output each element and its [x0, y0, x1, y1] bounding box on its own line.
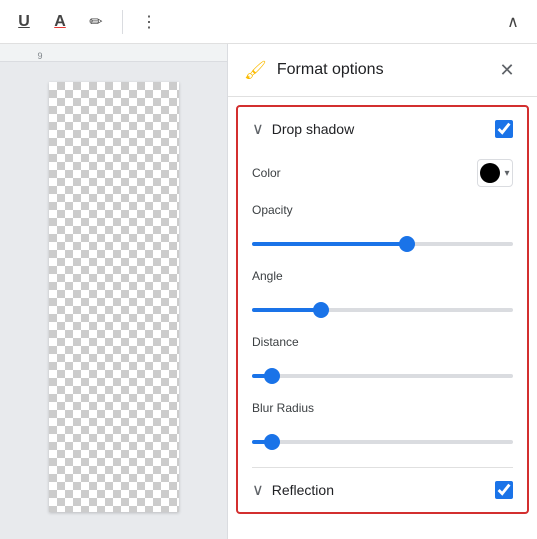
angle-slider-container	[252, 295, 513, 321]
panel-header-icon: 🖌	[244, 60, 267, 81]
reflection-chevron-icon: ∨	[252, 480, 264, 500]
highlight-button[interactable]: ✏	[82, 8, 110, 36]
drop-shadow-chevron-icon: ∨	[252, 119, 264, 139]
panel-header: 🖌 Format options ✕	[228, 44, 537, 97]
color-picker-button[interactable]: ▾	[477, 159, 513, 187]
ruler: 9	[0, 44, 227, 62]
main-area: 9 🖌 Format options ✕ ∨ Drop shadow	[0, 44, 537, 539]
opacity-slider-container	[252, 229, 513, 255]
font-color-button[interactable]: A	[46, 8, 74, 36]
drop-shadow-header[interactable]: ∨ Drop shadow	[238, 107, 527, 151]
reflection-title: Reflection	[272, 482, 487, 498]
color-row: Color ▾	[252, 159, 513, 187]
drop-shadow-title: Drop shadow	[272, 121, 487, 137]
angle-slider[interactable]	[252, 308, 513, 312]
blur-radius-label-row: Blur Radius	[252, 399, 513, 417]
color-control: ▾	[332, 159, 513, 187]
opacity-label: Opacity	[252, 203, 293, 217]
collapse-toolbar-button[interactable]: ∧	[499, 8, 527, 36]
doc-page	[49, 82, 179, 512]
highlighted-sections: ∨ Drop shadow Color ▾	[236, 105, 529, 514]
color-swatch	[480, 163, 500, 183]
reflection-section: ∨ Reflection	[238, 468, 527, 512]
opacity-label-row: Opacity	[252, 201, 513, 219]
angle-label: Angle	[252, 269, 283, 283]
toolbar-separator	[122, 10, 123, 34]
blur-radius-slider-container	[252, 427, 513, 453]
ruler-marks: 9	[30, 51, 50, 61]
color-dropdown-icon: ▾	[504, 168, 509, 179]
underline-button[interactable]: U	[10, 8, 38, 36]
reflection-header[interactable]: ∨ Reflection	[238, 468, 527, 512]
format-panel: 🖌 Format options ✕ ∨ Drop shadow Color	[227, 44, 537, 539]
toolbar: U A ✏ ⋮ ∧	[0, 0, 537, 44]
distance-slider-container	[252, 361, 513, 387]
more-options-button[interactable]: ⋮	[135, 8, 163, 36]
color-label: Color	[252, 166, 332, 180]
reflection-checkbox[interactable]	[495, 481, 513, 499]
blur-radius-label: Blur Radius	[252, 401, 314, 415]
distance-label-row: Distance	[252, 333, 513, 351]
drop-shadow-content: Color ▾ Opacity	[238, 151, 527, 467]
distance-label: Distance	[252, 335, 299, 349]
angle-label-row: Angle	[252, 267, 513, 285]
drop-shadow-checkbox[interactable]	[495, 120, 513, 138]
panel-title: Format options	[277, 61, 483, 79]
ruler-mark: 9	[30, 51, 50, 61]
distance-slider[interactable]	[252, 374, 513, 378]
drop-shadow-section: ∨ Drop shadow Color ▾	[238, 107, 527, 467]
opacity-slider[interactable]	[252, 242, 513, 246]
close-button[interactable]: ✕	[493, 56, 521, 84]
canvas-content[interactable]	[0, 62, 227, 532]
blur-radius-slider[interactable]	[252, 440, 513, 444]
canvas-area: 9	[0, 44, 227, 539]
